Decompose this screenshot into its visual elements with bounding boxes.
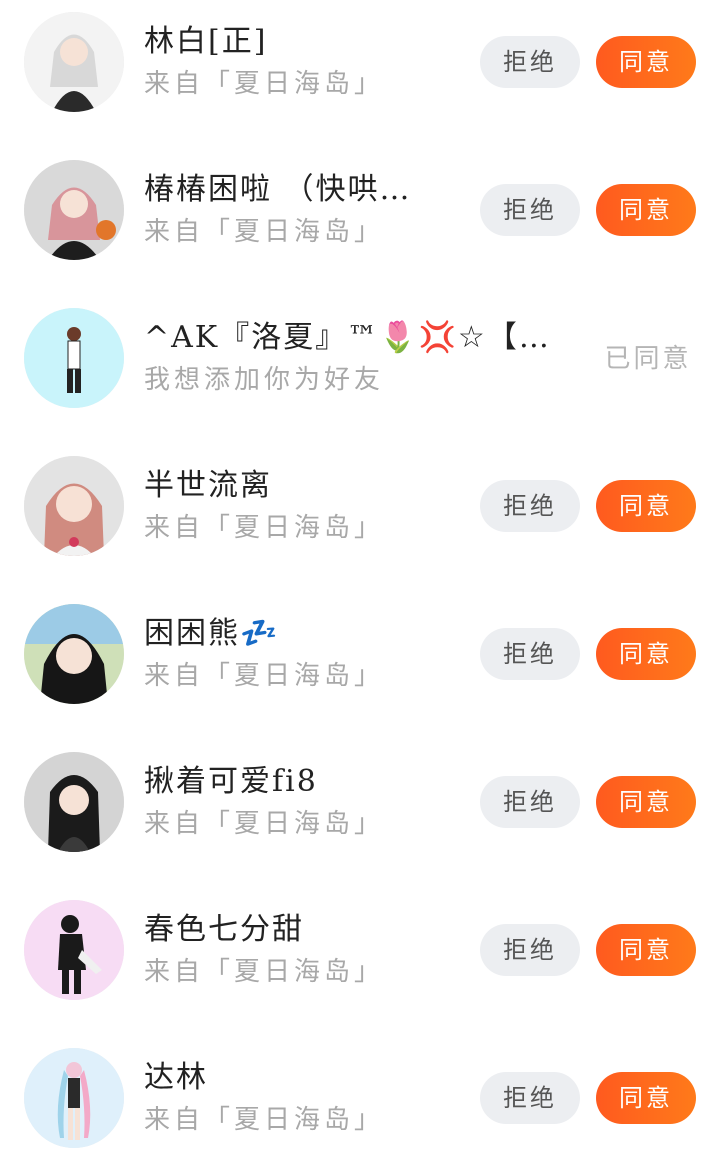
accept-button[interactable]: 同意	[596, 184, 696, 236]
user-avatar-icon	[24, 456, 124, 556]
reject-button[interactable]: 拒绝	[480, 628, 580, 680]
friend-request-row[interactable]: 揪着可爱fi8 来自「夏日海岛」 拒绝 同意	[0, 740, 720, 888]
request-source: 来自「夏日海岛」	[144, 957, 385, 987]
accept-button[interactable]: 同意	[596, 36, 696, 88]
reject-button[interactable]: 拒绝	[480, 36, 580, 88]
friend-request-row[interactable]: 林白[正] 来自「夏日海岛」 拒绝 同意	[0, 0, 720, 148]
request-source: 来自「夏日海岛」	[144, 217, 385, 247]
friend-request-row[interactable]: 困困熊💤 来自「夏日海岛」 拒绝 同意	[0, 592, 720, 740]
friend-request-row[interactable]: 半世流离 来自「夏日海岛」 拒绝 同意	[0, 444, 720, 592]
reject-button[interactable]: 拒绝	[480, 924, 580, 976]
accept-button[interactable]: 同意	[596, 776, 696, 828]
requester-name: 半世流离	[144, 468, 272, 503]
avatar[interactable]	[24, 1048, 124, 1148]
user-avatar-icon	[24, 12, 124, 112]
request-source: 来自「夏日海岛」	[144, 513, 385, 543]
user-avatar-icon	[24, 752, 124, 852]
accept-button[interactable]: 同意	[596, 480, 696, 532]
friend-request-row[interactable]: ^AK『洛夏』™🌷💢☆【… 我想添加你为好友 已同意	[0, 296, 720, 444]
requester-name: 揪着可爱fi8	[144, 764, 318, 799]
request-source: 来自「夏日海岛」	[144, 809, 385, 839]
avatar[interactable]	[24, 456, 124, 556]
friend-request-row[interactable]: 春色七分甜 来自「夏日海岛」 拒绝 同意	[0, 888, 720, 1036]
request-source: 来自「夏日海岛」	[144, 1105, 385, 1135]
accept-button[interactable]: 同意	[596, 1072, 696, 1124]
requester-name: ^AK『洛夏』™🌷💢☆【…	[144, 320, 551, 355]
avatar[interactable]	[24, 160, 124, 260]
user-avatar-icon	[24, 900, 124, 1000]
avatar[interactable]	[24, 12, 124, 112]
accepted-status: 已同意	[604, 344, 692, 374]
accept-button[interactable]: 同意	[596, 924, 696, 976]
friend-request-row[interactable]: 椿椿困啦 （快哄… 来自「夏日海岛」 拒绝 同意	[0, 148, 720, 296]
request-source: 来自「夏日海岛」	[144, 661, 385, 691]
reject-button[interactable]: 拒绝	[480, 480, 580, 532]
avatar[interactable]	[24, 604, 124, 704]
user-avatar-icon	[24, 160, 124, 260]
user-avatar-icon	[24, 1048, 124, 1148]
reject-button[interactable]: 拒绝	[480, 184, 580, 236]
user-avatar-icon	[24, 308, 124, 408]
request-source: 来自「夏日海岛」	[144, 69, 385, 99]
avatar[interactable]	[24, 900, 124, 1000]
friend-request-list: 林白[正] 来自「夏日海岛」 拒绝 同意 椿椿困啦 （快哄… 来自「夏日海岛」 …	[0, 0, 720, 1163]
avatar[interactable]	[24, 308, 124, 408]
user-avatar-icon	[24, 604, 124, 704]
requester-name: 林白[正]	[144, 24, 268, 59]
requester-name: 困困熊💤	[144, 616, 280, 651]
request-source: 我想添加你为好友	[144, 365, 385, 395]
requester-name: 达林	[144, 1060, 208, 1095]
reject-button[interactable]: 拒绝	[480, 1072, 580, 1124]
requester-name: 春色七分甜	[144, 912, 304, 947]
reject-button[interactable]: 拒绝	[480, 776, 580, 828]
friend-request-row[interactable]: 达林 来自「夏日海岛」 拒绝 同意	[0, 1036, 720, 1163]
accept-button[interactable]: 同意	[596, 628, 696, 680]
avatar[interactable]	[24, 752, 124, 852]
requester-name: 椿椿困啦 （快哄…	[144, 172, 412, 207]
